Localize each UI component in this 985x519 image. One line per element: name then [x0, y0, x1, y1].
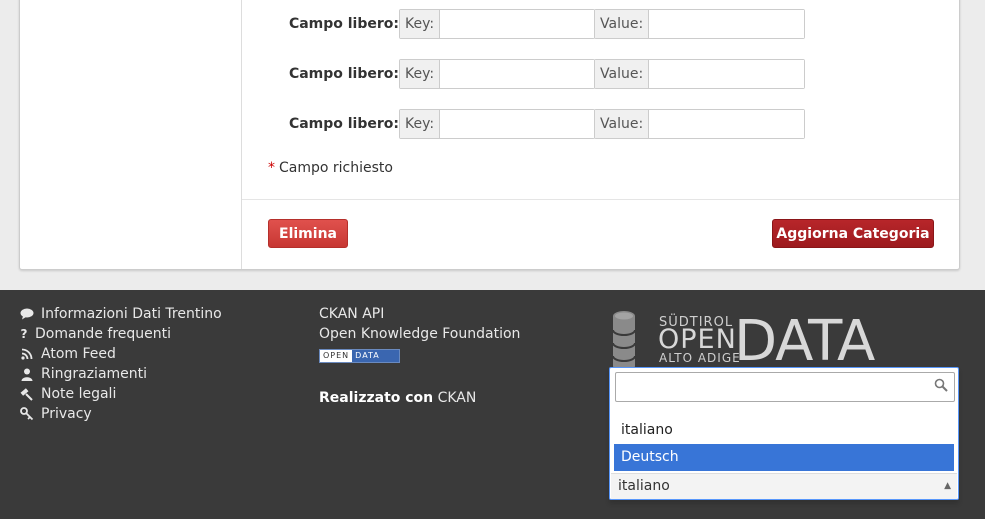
- custom-field-row: Campo libero: Key: Value:: [20, 9, 806, 39]
- open-data-badge-right: DATA: [352, 350, 399, 362]
- open-data-badge-left: OPEN: [320, 350, 353, 362]
- custom-field-value-input[interactable]: Value:: [594, 9, 805, 39]
- caret-up-icon: ▲: [944, 481, 951, 491]
- update-category-button[interactable]: Aggiorna Categoria: [772, 219, 934, 248]
- custom-field-key-input[interactable]: Key:: [399, 109, 595, 139]
- okf-link[interactable]: Open Knowledge Foundation: [319, 324, 520, 344]
- key-addon: Key:: [400, 60, 441, 88]
- key-addon: Key:: [400, 110, 441, 138]
- legal-icon: [19, 387, 35, 401]
- delete-button[interactable]: Elimina: [268, 219, 348, 248]
- key-addon: Key:: [400, 10, 441, 38]
- footer-link-thanks[interactable]: Ringraziamenti: [19, 364, 222, 384]
- rss-icon: [19, 347, 35, 361]
- custom-field-label: Campo libero:: [288, 116, 399, 132]
- user-icon: [19, 367, 35, 381]
- open-data-logo[interactable]: SÜDTIROL OPEN ALTO ADIGE DATA: [612, 309, 875, 374]
- language-select-current[interactable]: italiano ▲: [611, 473, 957, 499]
- custom-field-label: Campo libero:: [288, 16, 399, 32]
- footer-link-atom-feed[interactable]: Atom Feed: [19, 344, 222, 364]
- footer-link-label: Informazioni Dati Trentino: [41, 306, 222, 322]
- footer-link-legal[interactable]: Note legali: [19, 384, 222, 404]
- open-data-badge[interactable]: OPEN DATA: [319, 349, 400, 363]
- language-selected-value: italiano: [618, 478, 670, 494]
- footer-link-label: Note legali: [41, 386, 117, 402]
- footer-link-privacy[interactable]: Privacy: [19, 404, 222, 424]
- ckan-api-link[interactable]: CKAN API: [319, 304, 520, 324]
- custom-field-key-input[interactable]: Key:: [399, 59, 595, 89]
- question-icon: ?: [20, 327, 28, 341]
- custom-field-value-input[interactable]: Value:: [594, 109, 805, 139]
- ckan-link[interactable]: CKAN: [438, 390, 477, 406]
- footer-link-label: Privacy: [41, 406, 92, 422]
- custom-field-row: Campo libero: Key: Value:: [20, 109, 806, 139]
- custom-field-label: Campo libero:: [288, 66, 399, 82]
- logo-line-3: ALTO ADIGE: [659, 351, 741, 365]
- made-with-ckan: Realizzato con CKAN: [319, 390, 476, 406]
- comment-icon: [19, 307, 35, 321]
- custom-field-row: Campo libero: Key: Value:: [20, 59, 806, 89]
- edit-category-panel: Campo libero: Key: Value: Campo libero: …: [19, 0, 960, 270]
- key-icon: [19, 407, 35, 421]
- language-select-dropdown[interactable]: italiano Deutsch italiano ▲: [609, 367, 959, 500]
- footer-link-label: Atom Feed: [41, 346, 116, 362]
- footer-links: Informazioni Dati Trentino ? Domande fre…: [19, 304, 222, 424]
- required-star: *: [268, 160, 275, 176]
- footer-link-label: Ringraziamenti: [41, 366, 148, 382]
- language-options: italiano Deutsch: [614, 417, 954, 471]
- required-text: Campo richiesto: [279, 160, 393, 176]
- custom-field-key-input[interactable]: Key:: [399, 9, 595, 39]
- search-icon: [934, 378, 948, 392]
- language-option-italiano[interactable]: italiano: [614, 417, 954, 444]
- form-actions-divider: [242, 199, 959, 200]
- footer-middle: CKAN API Open Knowledge Foundation OPEN …: [319, 304, 520, 363]
- logo-line-4: DATA: [734, 309, 875, 374]
- language-option-deutsch[interactable]: Deutsch: [614, 444, 954, 471]
- custom-field-value-input[interactable]: Value:: [594, 59, 805, 89]
- footer-link-about[interactable]: Informazioni Dati Trentino: [19, 304, 222, 324]
- value-addon: Value:: [595, 10, 650, 38]
- required-field-note: * Campo richiesto: [268, 160, 393, 176]
- database-icon: [612, 311, 636, 371]
- made-with-prefix: Realizzato con: [319, 390, 434, 406]
- value-addon: Value:: [595, 110, 650, 138]
- footer-link-faq[interactable]: ? Domande frequenti: [19, 324, 222, 344]
- value-addon: Value:: [595, 60, 650, 88]
- footer-link-label: Domande frequenti: [35, 326, 172, 342]
- language-search-input[interactable]: [615, 372, 955, 402]
